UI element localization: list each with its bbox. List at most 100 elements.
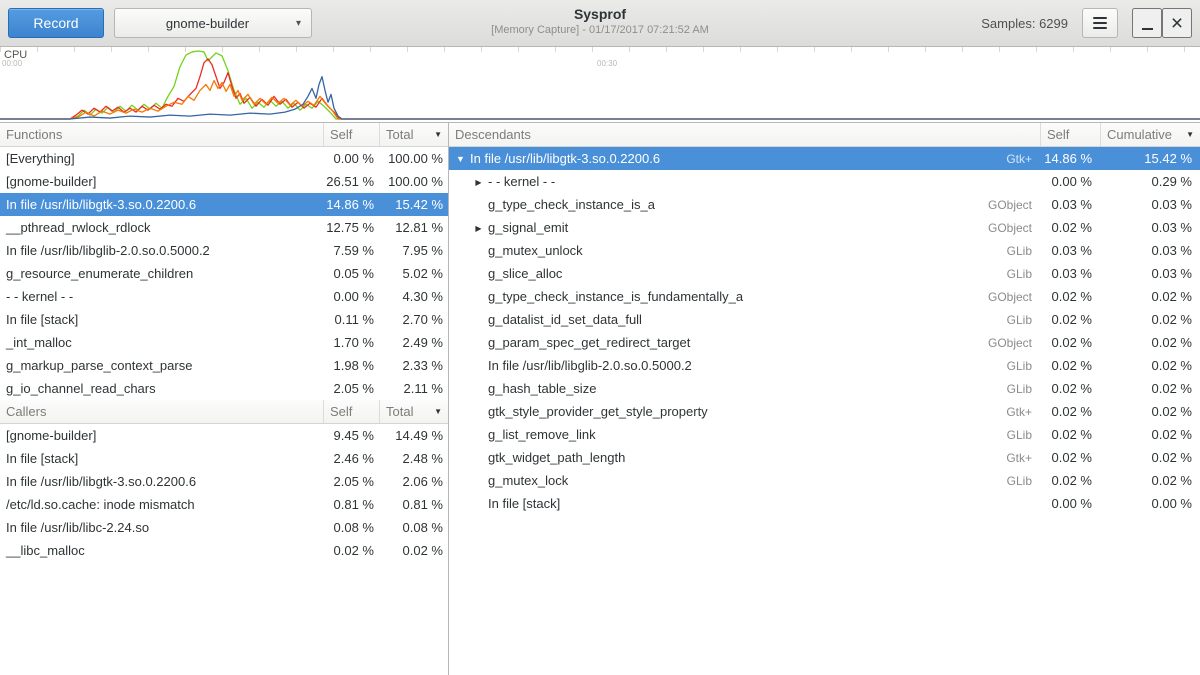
self-column-header[interactable]: Self [323,123,379,146]
descendant-name: - - kernel - - [486,174,1032,189]
close-icon: × [1171,13,1183,34]
total-percent: 2.11 % [379,381,448,396]
total-column-header[interactable]: Total ▼ [379,400,448,423]
function-row[interactable]: [gnome-builder] 26.51 % 100.00 % [0,170,448,193]
functions-table: [Everything] 0.00 % 100.00 % [gnome-buil… [0,147,448,400]
self-percent: 1.98 % [323,358,379,373]
descendant-row[interactable]: g_list_remove_link GLib 0.02 % 0.02 % [449,423,1200,446]
expander-icon[interactable] [471,223,486,233]
expander-icon[interactable] [453,154,468,164]
cumulative-percent: 0.03 % [1100,220,1200,235]
descendant-row[interactable]: - - kernel - - 0.00 % 0.29 % [449,170,1200,193]
library-tag: GObject [988,336,1032,350]
function-name: g_markup_parse_context_parse [0,358,323,373]
descendant-name: gtk_style_provider_get_style_property [486,404,1006,419]
caller-row[interactable]: In file /usr/lib/libgtk-3.so.0.2200.6 2.… [0,470,448,493]
descendant-row[interactable]: In file [stack] 0.00 % 0.00 % [449,492,1200,515]
self-percent: 0.02 % [1040,381,1100,396]
self-column-header[interactable]: Self [323,400,379,423]
function-row[interactable]: [Everything] 0.00 % 100.00 % [0,147,448,170]
self-percent: 0.03 % [1040,266,1100,281]
callers-column-header[interactable]: Callers [0,400,323,423]
total-percent: 0.81 % [379,497,448,512]
close-button[interactable]: × [1162,8,1192,38]
total-percent: 15.42 % [379,197,448,212]
caller-row[interactable]: In file /usr/lib/libc-2.24.so 0.08 % 0.0… [0,516,448,539]
descendant-row[interactable]: g_slice_alloc GLib 0.03 % 0.03 % [449,262,1200,285]
self-percent: 0.02 % [323,543,379,558]
descendant-row[interactable]: g_mutex_lock GLib 0.02 % 0.02 % [449,469,1200,492]
function-name: [gnome-builder] [0,174,323,189]
callers-table: [gnome-builder] 9.45 % 14.49 % In file [… [0,424,448,562]
record-button[interactable]: Record [8,8,104,38]
descendant-row[interactable]: g_hash_table_size GLib 0.02 % 0.02 % [449,377,1200,400]
function-name: - - kernel - - [0,289,323,304]
caller-row[interactable]: [gnome-builder] 9.45 % 14.49 % [0,424,448,447]
descendant-row[interactable]: g_signal_emit GObject 0.02 % 0.03 % [449,216,1200,239]
function-row[interactable]: g_resource_enumerate_children 0.05 % 5.0… [0,262,448,285]
cumulative-percent: 0.02 % [1100,358,1200,373]
descendant-row[interactable]: g_mutex_unlock GLib 0.03 % 0.03 % [449,239,1200,262]
caller-name: In file /usr/lib/libc-2.24.so [0,520,323,535]
sysprof-window: Record gnome-builder ▾ Sysprof [Memory C… [0,0,1200,675]
functions-column-header[interactable]: Functions [0,123,323,146]
library-tag: GObject [988,221,1032,235]
self-percent: 1.70 % [323,335,379,350]
descendant-row[interactable]: gtk_style_provider_get_style_property Gt… [449,400,1200,423]
function-row[interactable]: g_io_channel_read_chars 2.05 % 2.11 % [0,377,448,400]
self-percent: 0.00 % [1040,496,1100,511]
cumulative-percent: 0.02 % [1100,473,1200,488]
descendant-row[interactable]: g_type_check_instance_is_fundamentally_a… [449,285,1200,308]
cpu-timeline-graph[interactable]: CPU 00:00 00:30 [0,47,1200,123]
cumulative-percent: 0.02 % [1100,312,1200,327]
self-percent: 0.02 % [1040,220,1100,235]
function-row[interactable]: __pthread_rwlock_rdlock 12.75 % 12.81 % [0,216,448,239]
self-percent: 0.00 % [1040,174,1100,189]
function-row[interactable]: In file /usr/lib/libgtk-3.so.0.2200.6 14… [0,193,448,216]
total-percent: 0.08 % [379,520,448,535]
caller-row[interactable]: __libc_malloc 0.02 % 0.02 % [0,539,448,562]
self-column-header[interactable]: Self [1040,123,1100,146]
function-name: In file /usr/lib/libgtk-3.so.0.2200.6 [0,197,323,212]
descendant-row[interactable]: g_datalist_id_set_data_full GLib 0.02 % … [449,308,1200,331]
total-column-header[interactable]: Total ▼ [379,123,448,146]
self-percent: 0.05 % [323,266,379,281]
function-name: g_io_channel_read_chars [0,381,323,396]
cumulative-percent: 0.02 % [1100,404,1200,419]
descendant-row[interactable]: In file /usr/lib/libglib-2.0.so.0.5000.2… [449,354,1200,377]
sort-descending-icon: ▼ [434,407,442,416]
descendant-row[interactable]: gtk_widget_path_length Gtk+ 0.02 % 0.02 … [449,446,1200,469]
descendant-name: g_slice_alloc [486,266,1007,281]
sort-descending-icon: ▼ [1186,130,1194,139]
descendants-column-header[interactable]: Descendants [449,123,1040,146]
function-row[interactable]: - - kernel - - 0.00 % 4.30 % [0,285,448,308]
library-tag: GLib [1007,474,1032,488]
self-percent: 2.05 % [323,474,379,489]
descendant-row[interactable]: g_type_check_instance_is_a GObject 0.03 … [449,193,1200,216]
descendant-row[interactable]: g_param_spec_get_redirect_target GObject… [449,331,1200,354]
descendant-row[interactable]: In file /usr/lib/libgtk-3.so.0.2200.6 Gt… [449,147,1200,170]
timeline-mid-label: 00:30 [597,59,617,68]
caller-row[interactable]: In file [stack] 2.46 % 2.48 % [0,447,448,470]
function-row[interactable]: In file [stack] 0.11 % 2.70 % [0,308,448,331]
minimize-button[interactable] [1132,8,1162,38]
function-row[interactable]: _int_malloc 1.70 % 2.49 % [0,331,448,354]
self-percent: 2.05 % [323,381,379,396]
library-tag: GLib [1007,244,1032,258]
process-selector-dropdown[interactable]: gnome-builder ▾ [114,8,312,38]
self-percent: 0.00 % [323,289,379,304]
caller-name: In file /usr/lib/libgtk-3.so.0.2200.6 [0,474,323,489]
self-percent: 0.81 % [323,497,379,512]
descendant-name: g_hash_table_size [486,381,1007,396]
descendant-name: In file /usr/lib/libglib-2.0.so.0.5000.2 [486,358,1007,373]
descendant-name: g_signal_emit [486,220,988,235]
chevron-down-icon: ▾ [296,18,301,29]
function-row[interactable]: g_markup_parse_context_parse 1.98 % 2.33… [0,354,448,377]
expander-icon[interactable] [471,177,486,187]
descendant-name: g_datalist_id_set_data_full [486,312,1007,327]
descendant-name: g_list_remove_link [486,427,1007,442]
cumulative-column-header[interactable]: Cumulative ▼ [1100,123,1200,146]
caller-row[interactable]: /etc/ld.so.cache: inode mismatch 0.81 % … [0,493,448,516]
function-row[interactable]: In file /usr/lib/libglib-2.0.so.0.5000.2… [0,239,448,262]
menu-button[interactable] [1082,8,1118,38]
